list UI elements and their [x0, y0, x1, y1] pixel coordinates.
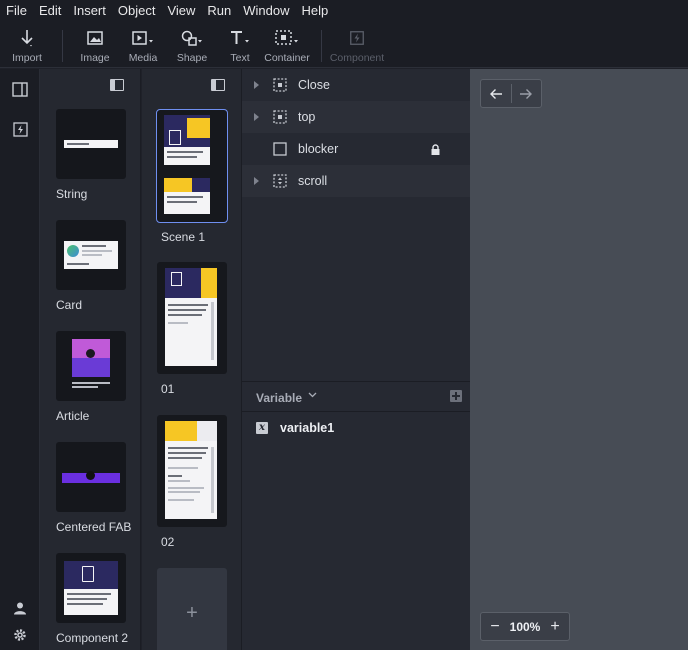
plus-icon: +	[186, 601, 198, 624]
component-thumbnail	[56, 331, 126, 401]
navigation-controls	[480, 79, 542, 108]
variable-x-icon: x	[256, 422, 268, 434]
left-rail	[0, 69, 40, 650]
menu-object[interactable]: Object	[118, 0, 156, 22]
component-name: Card	[56, 298, 83, 312]
canvas-area[interactable]: − 100% +	[470, 69, 688, 650]
scene-thumbnail	[157, 262, 227, 374]
import-button[interactable]: Import	[0, 28, 57, 64]
component-item-card[interactable]: Card	[56, 220, 126, 312]
menu-view[interactable]: View	[167, 0, 195, 22]
zoom-in-button[interactable]: +	[549, 618, 561, 635]
zoom-level[interactable]: 100%	[510, 620, 541, 634]
shape-icon	[181, 28, 203, 48]
scene-item-02[interactable]: 02	[157, 415, 227, 549]
lock-icon[interactable]	[431, 144, 440, 155]
components-bolt-icon[interactable]	[11, 120, 29, 138]
expand-arrow-icon[interactable]	[254, 113, 259, 121]
image-icon	[87, 28, 103, 48]
component-name: String	[56, 187, 88, 201]
media-play-icon	[132, 28, 154, 48]
zoom-controls: − 100% +	[480, 612, 570, 641]
menu-bar: File Edit Insert Object View Run Window …	[0, 0, 688, 22]
expand-arrow-icon[interactable]	[254, 177, 259, 185]
rectangle-icon	[273, 142, 287, 156]
layer-row-top[interactable]: top	[242, 101, 470, 133]
menu-edit[interactable]: Edit	[39, 0, 61, 22]
user-icon[interactable]	[11, 599, 29, 617]
menu-run[interactable]: Run	[207, 0, 231, 22]
component-item-centered-fab[interactable]: Centered FAB	[56, 442, 132, 534]
variable-row[interactable]: x variable1	[242, 420, 470, 440]
component-thumbnail	[56, 220, 126, 290]
add-variable-button[interactable]	[450, 390, 462, 402]
scene-item-scene-1[interactable]: Scene 1	[156, 109, 228, 244]
layer-row-close[interactable]: Close	[242, 69, 470, 101]
forward-button[interactable]	[512, 80, 542, 107]
component-item-component-2[interactable]: Component 2	[56, 553, 129, 645]
scene-name: 02	[161, 535, 175, 549]
add-scene-button[interactable]: +	[157, 568, 227, 650]
component-name: Component 2	[56, 631, 129, 645]
menu-insert[interactable]: Insert	[73, 0, 106, 22]
component-name: Centered FAB	[56, 520, 132, 534]
scene-thumbnail	[156, 109, 228, 223]
sidebar-toggle-icon[interactable]	[110, 79, 124, 91]
zoom-out-button[interactable]: −	[489, 618, 501, 635]
back-button[interactable]	[481, 80, 511, 107]
layers-panel: Close top blocker scroll	[242, 69, 470, 381]
chevron-down-icon[interactable]	[308, 392, 317, 398]
settings-gear-icon[interactable]	[11, 626, 29, 644]
component-button[interactable]: Component	[327, 28, 387, 64]
variables-title: Variable	[256, 391, 303, 405]
container-icon	[273, 78, 287, 92]
arrow-right-icon	[520, 88, 533, 99]
scroll-container-icon	[273, 174, 287, 188]
scene-name: 01	[161, 382, 175, 396]
scene-item-01[interactable]: 01	[157, 262, 227, 396]
container-icon	[275, 28, 299, 48]
components-panel: String Card Article Centered FAB Compone…	[40, 69, 141, 650]
text-t-icon	[229, 28, 251, 48]
toolbar: Import Image Media Shape Text Container	[0, 22, 688, 68]
component-thumbnail	[56, 442, 126, 512]
variables-panel: Variable x variable1	[242, 381, 470, 650]
sidebar-toggle-icon[interactable]	[211, 79, 225, 91]
toolbar-separator	[321, 30, 322, 62]
variable-name: variable1	[280, 421, 335, 435]
menu-window[interactable]: Window	[243, 0, 289, 22]
toolbar-separator	[62, 30, 63, 62]
container-button[interactable]: Container	[257, 28, 317, 64]
component-thumbnail	[56, 109, 126, 179]
arrow-left-icon	[489, 88, 502, 99]
layer-row-blocker[interactable]: blocker	[242, 133, 470, 165]
component-item-article[interactable]: Article	[56, 331, 126, 423]
scene-thumbnail	[157, 415, 227, 527]
container-icon	[273, 110, 287, 124]
menu-help[interactable]: Help	[302, 0, 329, 22]
scene-name: Scene 1	[161, 230, 206, 244]
layer-row-scroll[interactable]: scroll	[242, 165, 470, 197]
panel-layout-icon[interactable]	[11, 80, 29, 98]
component-thumbnail	[56, 553, 126, 623]
variables-header[interactable]: Variable	[242, 382, 470, 412]
component-name: Article	[56, 409, 90, 423]
component-bolt-icon	[350, 28, 364, 48]
component-item-string[interactable]: String	[56, 109, 126, 201]
scenes-panel: Scene 1 01 02 +	[142, 69, 242, 650]
expand-arrow-icon[interactable]	[254, 81, 259, 89]
menu-file[interactable]: File	[6, 0, 27, 22]
import-arrow-icon	[19, 28, 35, 48]
